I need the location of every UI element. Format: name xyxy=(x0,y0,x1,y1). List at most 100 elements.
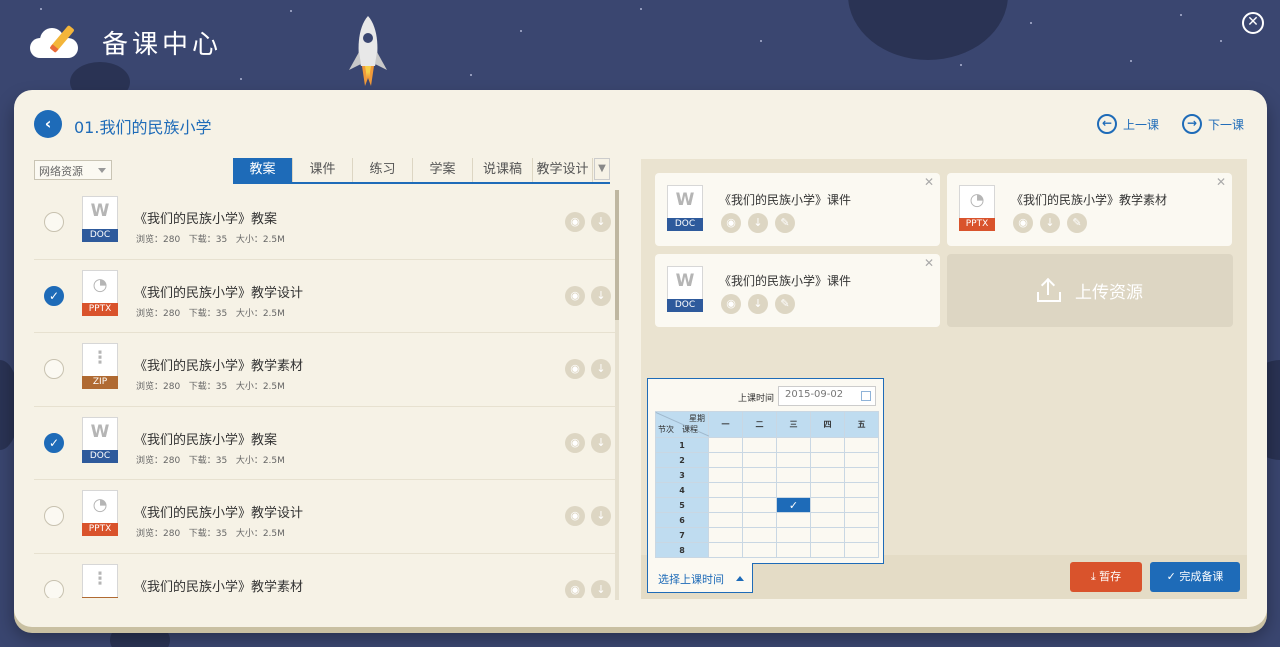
remove-card-close-icon[interactable]: ✕ xyxy=(924,256,934,270)
preview-eye-icon[interactable]: ◉ xyxy=(721,294,741,314)
selected-resource-card[interactable]: W DOC 《我们的民族小学》课件 ◉ ↓ ✎ ✕ xyxy=(655,254,940,327)
schedule-cell[interactable] xyxy=(708,437,743,453)
source-select[interactable]: 网络资源 xyxy=(34,160,112,180)
preview-eye-icon[interactable]: ◉ xyxy=(565,359,585,379)
edit-pencil-icon[interactable]: ✎ xyxy=(775,294,795,314)
schedule-cell[interactable] xyxy=(844,482,879,498)
list-item[interactable]: ⋮ ZIP 《我们的民族小学》教学素材 浏览：280 下载：35 大小：2.5M… xyxy=(34,333,619,407)
select-radio[interactable] xyxy=(44,506,64,526)
schedule-cell[interactable] xyxy=(708,527,743,543)
download-icon[interactable]: ↓ xyxy=(591,359,611,379)
schedule-cell[interactable] xyxy=(810,482,845,498)
select-radio[interactable] xyxy=(44,579,64,598)
schedule-cell-selected[interactable]: ✓ xyxy=(776,497,811,513)
schedule-cell[interactable] xyxy=(810,542,845,558)
edit-pencil-icon[interactable]: ✎ xyxy=(1067,213,1087,233)
select-radio[interactable]: ✓ xyxy=(44,432,64,453)
schedule-cell[interactable] xyxy=(810,512,845,528)
selected-resource-card[interactable]: ◔ PPTX 《我们的民族小学》教学素材 ◉ ↓ ✎ ✕ xyxy=(947,173,1232,246)
list-item[interactable]: ⋮ ZIP 《我们的民族小学》教学素材 浏览：280 下载：35 大小：2.5M… xyxy=(34,554,619,598)
download-icon[interactable]: ↓ xyxy=(591,579,611,598)
selected-resource-card[interactable]: W DOC 《我们的民族小学》课件 ◉ ↓ ✎ ✕ xyxy=(655,173,940,246)
next-lesson-button[interactable]: → 下一课 xyxy=(1182,114,1244,134)
schedule-cell[interactable] xyxy=(776,467,811,483)
download-icon[interactable]: ↓ xyxy=(591,432,611,453)
schedule-cell[interactable] xyxy=(742,482,777,498)
schedule-cell[interactable] xyxy=(810,497,845,513)
download-icon[interactable]: ↓ xyxy=(591,506,611,526)
schedule-cell[interactable] xyxy=(742,467,777,483)
schedule-cell[interactable] xyxy=(708,497,743,513)
preview-eye-icon[interactable]: ◉ xyxy=(565,285,585,306)
preview-eye-icon[interactable]: ◉ xyxy=(565,579,585,598)
tab-exercise[interactable]: 练习 xyxy=(353,158,413,182)
schedule-cell[interactable] xyxy=(810,527,845,543)
schedule-cell[interactable] xyxy=(742,527,777,543)
schedule-cell[interactable] xyxy=(810,467,845,483)
schedule-cell[interactable] xyxy=(708,482,743,498)
remove-card-close-icon[interactable]: ✕ xyxy=(924,175,934,189)
schedule-cell[interactable] xyxy=(776,527,811,543)
save-draft-button[interactable]: ⤓ 暂存 xyxy=(1070,562,1142,592)
close-icon[interactable]: ✕ xyxy=(1242,12,1264,34)
schedule-cell[interactable] xyxy=(844,527,879,543)
schedule-cell[interactable] xyxy=(776,452,811,468)
schedule-cell[interactable] xyxy=(810,437,845,453)
preview-eye-icon[interactable]: ◉ xyxy=(565,212,585,232)
preview-eye-icon[interactable]: ◉ xyxy=(565,506,585,526)
prev-lesson-button[interactable]: ← 上一课 xyxy=(1097,114,1159,134)
upload-resource-button[interactable]: 上传资源 xyxy=(947,254,1233,327)
list-scrollbar[interactable] xyxy=(615,190,619,600)
list-item[interactable]: ✓ W DOC 《我们的民族小学》教案 浏览：280 下载：35 大小：2.5M… xyxy=(34,407,619,480)
tab-lesson-plan[interactable]: 教案 xyxy=(233,158,293,182)
schedule-cell[interactable] xyxy=(742,512,777,528)
list-item[interactable]: ◔ PPTX 《我们的民族小学》教学设计 浏览：280 下载：35 大小：2.5… xyxy=(34,480,619,554)
schedule-cell[interactable] xyxy=(776,512,811,528)
edit-pencil-icon[interactable]: ✎ xyxy=(775,213,795,233)
select-class-time-toggle[interactable]: 选择上课时间 xyxy=(647,563,753,593)
schedule-cell[interactable] xyxy=(708,512,743,528)
download-icon[interactable]: ↓ xyxy=(591,285,611,306)
select-radio[interactable] xyxy=(44,359,64,379)
preview-eye-icon[interactable]: ◉ xyxy=(565,432,585,453)
class-date-input[interactable]: 2015-09-02 xyxy=(778,386,876,406)
list-item[interactable]: W DOC 《我们的民族小学》教案 浏览：280 下载：35 大小：2.5M ◉… xyxy=(34,186,619,260)
download-icon[interactable]: ↓ xyxy=(591,212,611,232)
schedule-cell[interactable] xyxy=(742,542,777,558)
schedule-cell[interactable] xyxy=(844,512,879,528)
schedule-cell[interactable] xyxy=(844,467,879,483)
calendar-icon[interactable] xyxy=(861,391,871,401)
schedule-cell[interactable] xyxy=(810,452,845,468)
download-icon[interactable]: ↓ xyxy=(748,213,768,233)
finish-prep-button[interactable]: ✓ 完成备课 xyxy=(1150,562,1240,592)
schedule-cell[interactable] xyxy=(776,437,811,453)
schedule-cell[interactable] xyxy=(708,542,743,558)
list-item[interactable]: ✓ ◔ PPTX 《我们的民族小学》教学设计 浏览：280 下载：35 大小：2… xyxy=(34,260,619,333)
schedule-cell[interactable] xyxy=(708,452,743,468)
tab-courseware[interactable]: 课件 xyxy=(293,158,353,182)
download-icon[interactable]: ↓ xyxy=(748,294,768,314)
select-radio[interactable] xyxy=(44,212,64,232)
schedule-cell[interactable] xyxy=(742,497,777,513)
schedule-cell[interactable] xyxy=(844,497,879,513)
tab-lecture-draft[interactable]: 说课稿 xyxy=(473,158,533,182)
schedule-cell[interactable] xyxy=(742,452,777,468)
back-button[interactable]: ‹ xyxy=(34,110,62,138)
preview-eye-icon[interactable]: ◉ xyxy=(1013,213,1033,233)
preview-eye-icon[interactable]: ◉ xyxy=(721,213,741,233)
schedule-cell[interactable] xyxy=(742,437,777,453)
scrollbar-thumb[interactable] xyxy=(615,190,619,320)
select-radio[interactable]: ✓ xyxy=(44,285,64,306)
tabs-more-chevron-icon[interactable]: ▼ xyxy=(594,158,610,180)
tab-teaching-design[interactable]: 教学设计 xyxy=(533,158,593,182)
schedule-cell[interactable] xyxy=(708,467,743,483)
schedule-cell[interactable] xyxy=(844,542,879,558)
schedule-cell[interactable] xyxy=(776,482,811,498)
schedule-cell[interactable] xyxy=(776,542,811,558)
download-icon[interactable]: ↓ xyxy=(1040,213,1060,233)
remove-card-close-icon[interactable]: ✕ xyxy=(1216,175,1226,189)
tab-study-plan[interactable]: 学案 xyxy=(413,158,473,182)
schedule-cell[interactable] xyxy=(844,452,879,468)
schedule-cell[interactable] xyxy=(844,437,879,453)
chevron-down-icon xyxy=(98,168,106,173)
